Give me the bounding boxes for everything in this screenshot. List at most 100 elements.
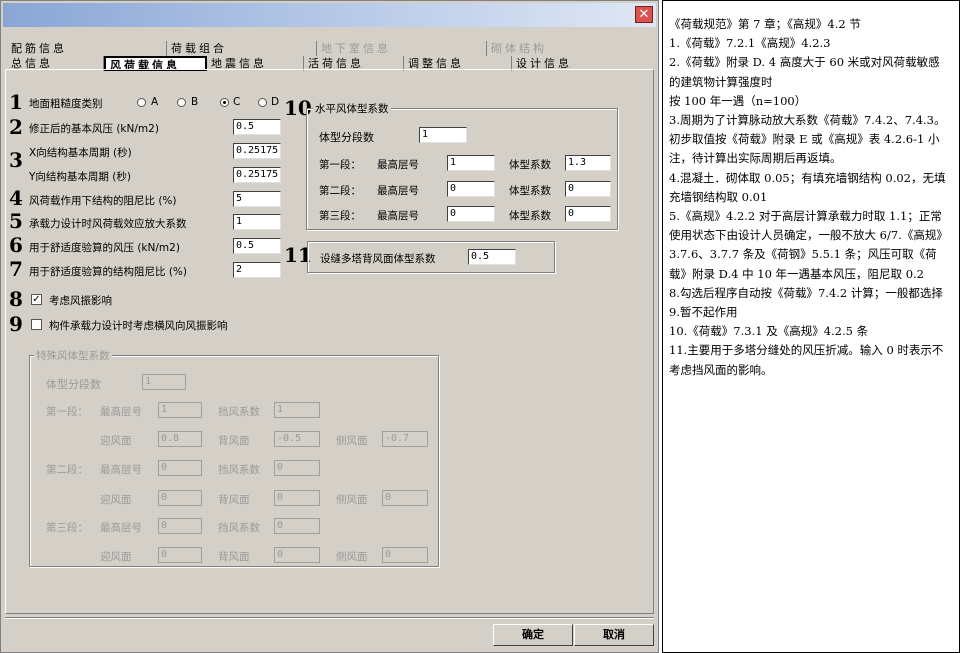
s-seg1-block-input[interactable]: 1: [274, 402, 320, 418]
s-seg2-windward-input[interactable]: 0: [158, 490, 202, 506]
s-seg3-leeward-input[interactable]: 0: [274, 547, 320, 563]
terrain-radio-c[interactable]: [220, 98, 229, 107]
s-seg3-block-input[interactable]: 0: [274, 518, 320, 534]
s-seg2-windward-label: 迎风面: [100, 494, 132, 506]
title-bar: ✕: [3, 3, 656, 27]
s-seg3-block-label: 挡风系数: [218, 522, 260, 534]
h-segments-label: 体型分段数: [319, 131, 374, 144]
amplification-label: 承载力设计时风荷载效应放大系数: [29, 218, 187, 230]
marker-5: 5: [9, 209, 23, 233]
pressure-input[interactable]: 0.5: [233, 119, 281, 135]
terrain-radio-d[interactable]: [258, 98, 267, 107]
marker-6: 6: [9, 233, 23, 257]
s-seg2-side-input[interactable]: 0: [382, 490, 428, 506]
s-seg1-side-input[interactable]: -0.7: [382, 431, 428, 447]
tab-basement[interactable]: 地下室信息: [317, 41, 487, 56]
note-7: 8.勾选后程序自动按《荷载》7.4.2 计算；一般都选择: [669, 285, 943, 300]
s-seg2-side-label: 侧风面: [336, 494, 368, 506]
multi-tower-group: 设缝多塔背风面体型系数 0.5: [307, 241, 555, 273]
note-8: 9.暂不起作用: [669, 305, 738, 320]
cancel-button[interactable]: 取消: [574, 624, 654, 646]
period-x-label: X向结构基本周期 (秒): [29, 147, 132, 159]
s-seg3-floor-input[interactable]: 0: [158, 518, 202, 534]
s-seg1-floor-input[interactable]: 1: [158, 402, 202, 418]
terrain-option-b: B: [191, 96, 199, 108]
note-2: 2.《荷载》附录 D. 4 高度大于 60 米或对风荷载敏感的建筑物计算强度时: [669, 55, 940, 89]
s-seg3-side-label: 侧风面: [336, 551, 368, 563]
multi-tower-input[interactable]: 0.5: [468, 249, 516, 265]
marker-8: 8: [9, 287, 23, 311]
s-seg1-label: 第一段：: [46, 406, 88, 418]
tab-row-upper: 配筋信息 荷载组合 地下室信息 砌体结构: [7, 41, 647, 57]
s-seg1-side-label: 侧风面: [336, 435, 368, 447]
crosswind-checkbox[interactable]: [31, 319, 42, 330]
comfort-pressure-label: 用于舒适度验算的风压 (kN/m2): [29, 242, 180, 254]
marker-4: 4: [9, 186, 23, 210]
comfort-damping-input[interactable]: 2: [233, 262, 281, 278]
s-seg2-floor-input[interactable]: 0: [158, 460, 202, 476]
s-segments-label: 体型分段数: [46, 378, 101, 391]
h-seg3-coef-input[interactable]: 0: [565, 206, 611, 222]
s-seg1-block-label: 挡风系数: [218, 406, 260, 418]
h-seg2-floor-input[interactable]: 0: [447, 181, 495, 197]
s-seg2-label: 第二段：: [46, 464, 88, 476]
comfort-pressure-input[interactable]: 0.5: [233, 238, 281, 254]
h-seg1-label: 第一段：: [319, 159, 361, 171]
h-seg2-label: 第二段：: [319, 185, 361, 197]
h-seg1-coef-label: 体型系数: [509, 159, 551, 171]
close-icon[interactable]: ✕: [635, 6, 653, 23]
terrain-radio-b[interactable]: [177, 98, 186, 107]
period-x-input[interactable]: 0.25175: [233, 143, 281, 159]
h-seg3-label: 第三段：: [319, 210, 361, 222]
s-seg2-leeward-label: 背风面: [218, 494, 250, 506]
comfort-damping-label: 用于舒适度验算的结构阻尼比 (%): [29, 266, 188, 278]
damping-input[interactable]: 5: [233, 191, 281, 207]
note-4: 3.周期为了计算脉动放大系数《荷载》7.4.2、7.4.3。初步取值按《荷载》附…: [669, 113, 946, 166]
note-10: 11.主要用于多塔分缝处的风压折减。输入 0 时表示不考虑挡风面的影响。: [669, 343, 944, 377]
note-1: 1.《荷载》7.2.1《高规》4.2.3: [669, 36, 831, 51]
h-seg3-floor-input[interactable]: 0: [447, 206, 495, 222]
marker-7: 7: [9, 257, 23, 281]
s-seg1-floor-label: 最高层号: [100, 406, 142, 418]
period-y-input[interactable]: 0.25175: [233, 167, 281, 183]
s-seg2-floor-label: 最高层号: [100, 464, 142, 476]
terrain-option-d: D: [271, 96, 280, 108]
horizontal-wind-title: 水平风体型系数: [313, 101, 391, 116]
h-segments-input[interactable]: 1: [419, 127, 467, 143]
tab-load-combination[interactable]: 荷载组合: [167, 41, 317, 56]
tab-reinforcement[interactable]: 配筋信息: [7, 41, 167, 56]
s-seg3-label: 第三段：: [46, 522, 88, 534]
terrain-radio-a[interactable]: [137, 98, 146, 107]
s-seg3-leeward-label: 背风面: [218, 551, 250, 563]
tab-masonry[interactable]: 砌体结构: [487, 41, 647, 56]
s-seg1-leeward-input[interactable]: -0.5: [274, 431, 320, 447]
s-segments-input[interactable]: 1: [142, 374, 186, 390]
s-seg2-block-label: 挡风系数: [218, 464, 260, 476]
horizontal-wind-group: 水平风体型系数 体型分段数 1 第一段： 最高层号 1 体型系数 1.3 第二段…: [306, 101, 618, 230]
s-seg3-floor-label: 最高层号: [100, 522, 142, 534]
s-seg1-windward-input[interactable]: 0.8: [158, 431, 202, 447]
wind-vibration-checkbox[interactable]: ✓: [31, 294, 42, 305]
h-seg2-coef-input[interactable]: 0: [565, 181, 611, 197]
s-seg2-block-input[interactable]: 0: [274, 460, 320, 476]
terrain-option-c: C: [233, 96, 241, 108]
note-3: 按 100 年一遇（n=100）: [669, 93, 807, 108]
s-seg2-leeward-input[interactable]: 0: [274, 490, 320, 506]
s-seg3-side-input[interactable]: 0: [382, 547, 428, 563]
note-6: 5.《高规》4.2.2 对于高层计算承载力时取 1.1；正常使用状态下由设计人员…: [669, 209, 948, 281]
special-wind-group: 特殊风体型系数 体型分段数 1 第一段： 最高层号 1 挡风系数 1 迎风面 0…: [29, 348, 439, 567]
s-seg3-windward-input[interactable]: 0: [158, 547, 202, 563]
h-seg1-coef-input[interactable]: 1.3: [565, 155, 611, 171]
period-y-label: Y向结构基本周期 (秒): [29, 171, 131, 183]
ok-button[interactable]: 确定: [493, 624, 573, 646]
bottom-separator: [5, 617, 654, 619]
amplification-input[interactable]: 1: [233, 214, 281, 230]
multi-tower-label: 设缝多塔背风面体型系数: [320, 253, 436, 265]
h-seg2-floor-label: 最高层号: [377, 185, 419, 197]
s-seg1-leeward-label: 背风面: [218, 435, 250, 447]
note-0: 《荷载规范》第 7 章；《高规》4.2 节: [669, 17, 861, 31]
terrain-label: 地面粗糙度类别: [29, 98, 103, 110]
h-seg1-floor-input[interactable]: 1: [447, 155, 495, 171]
terrain-option-a: A: [151, 96, 159, 108]
s-seg1-windward-label: 迎风面: [100, 435, 132, 447]
